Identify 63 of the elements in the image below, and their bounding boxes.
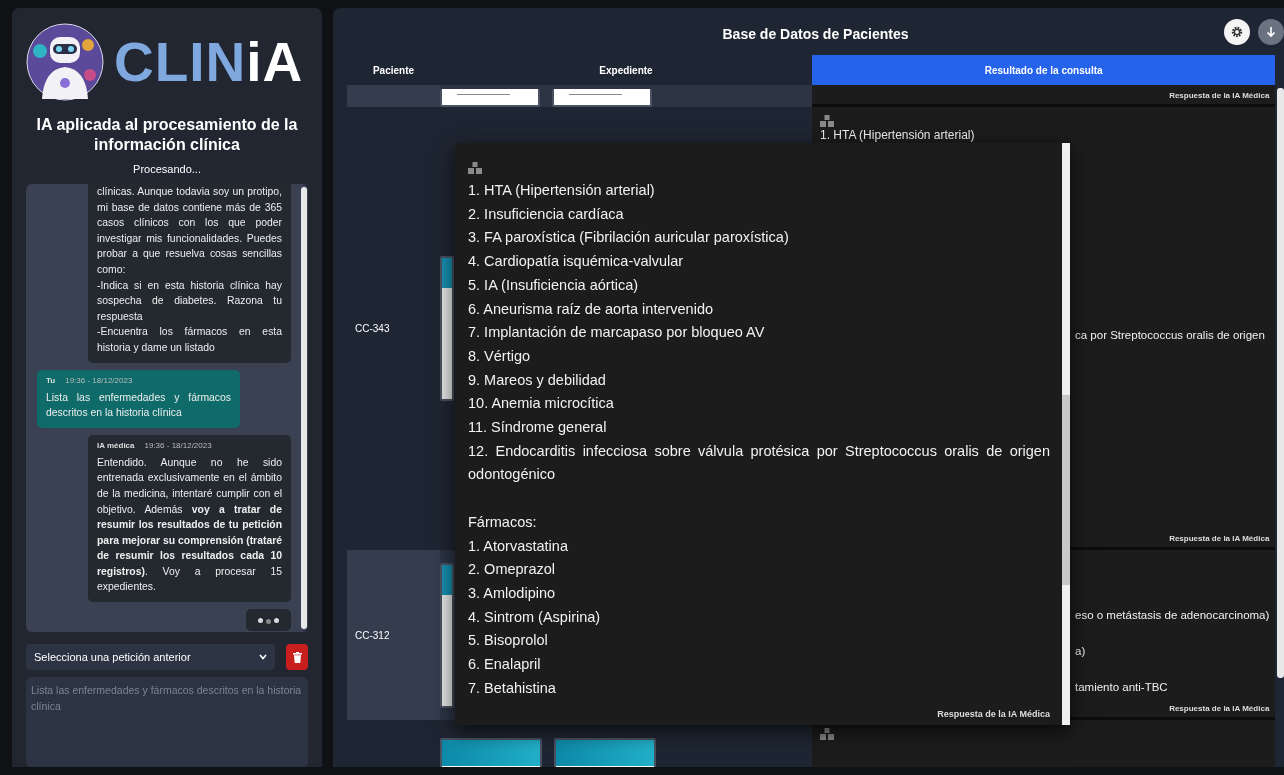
- document-thumbnail[interactable]: [440, 562, 454, 708]
- logo-text-accent: iA: [246, 30, 304, 93]
- diagnosis-item: 7. Implantación de marcapaso por bloqueo AV: [468, 323, 766, 343]
- arrow-down-icon: [1266, 25, 1276, 38]
- logo-text: CLIN: [114, 30, 247, 93]
- diagnosis-item: 2. Insuficiencia cardíaca: [468, 204, 625, 224]
- patient-cell: CC-312: [347, 550, 440, 720]
- column-header[interactable]: Resultado de la consulta: [812, 55, 1276, 85]
- drug-item: 6. Enalapril: [468, 655, 542, 675]
- download-button[interactable]: [1258, 18, 1284, 45]
- diagnosis-item: 8. Vértigo: [468, 346, 532, 366]
- prompt-input[interactable]: Lista las enfermedades y fármacos descritos en la historia clínica: [26, 677, 308, 767]
- document-thumbnail[interactable]: [552, 89, 652, 107]
- diagnosis-item: 10. Anemia microcítica: [468, 394, 615, 414]
- drug-item: 4. Sintrom (Aspirina): [468, 607, 602, 627]
- status-text: Procesando...: [132, 163, 202, 175]
- patient-cell-text: CC-343: [354, 322, 391, 336]
- drug-item: 1. Atorvastatina: [468, 536, 569, 556]
- diagnosis-item: 1. HTA (Hipertensión arterial): [468, 181, 656, 200]
- result-text: eso o metástasis de adenocarcinoma): [1074, 608, 1270, 622]
- result-caption: Respuesta de la IA Médica: [1169, 534, 1270, 543]
- document-thumbnail[interactable]: [440, 89, 540, 107]
- diagnosis-item: 9. Mareos y debilidad: [468, 370, 607, 390]
- boxes-icon: [468, 162, 482, 174]
- diagnosis-item: 6. Aneurisma raíz de aorta intervenido: [468, 299, 715, 319]
- diagnosis-item: 11. Síndrome general: [468, 418, 608, 438]
- document-thumbnail[interactable]: [440, 738, 542, 767]
- drug-item: 5. Bisoprolol: [468, 631, 549, 651]
- history-select[interactable]: Selecciona una petición anterior: [26, 644, 275, 670]
- diagnosis-item: 5. IA (Insuficiencia aórtica): [468, 275, 640, 295]
- result-text: a): [1074, 644, 1087, 658]
- gear-icon: [1231, 25, 1243, 38]
- result-text: tamiento anti-TBC: [1074, 680, 1169, 694]
- result-caption: Respuesta de la IA Médica: [1169, 91, 1270, 100]
- result-caption: Respuesta de la IA Médica: [937, 709, 1050, 719]
- diagnosis-item: 3. FA paroxística (Fibrilación auricular paroxística): [468, 228, 790, 248]
- document-thumbnail[interactable]: [554, 738, 656, 767]
- message-text: clínicas. Aunque todavia soy un protipo, mi base de datos contiene más de 365 casos clínicos con los que poder investigar mis funcionalidades. Puedes probar a que resuelva cosas sencillas como: -Indica si en esta historia clínica hay sospecha de diabetes. Razona tu respuesta -Encuentra los fármacos en esta historia y dame un listado: [97, 185, 282, 355]
- drug-item: 2. Omeprazol: [468, 560, 557, 580]
- message-sender: Tu: [46, 375, 56, 385]
- message-text: Lista las enfermedades y fármacos descritos en la historia clínica: [46, 390, 231, 421]
- chevron-down-icon: [259, 654, 267, 660]
- app-subtitle: IA aplicada al procesamiento de la información clínica: [35, 115, 299, 155]
- document-thumbnail[interactable]: [440, 256, 454, 401]
- result-caption: Respuesta de la IA Médica: [1169, 704, 1270, 713]
- trash-icon: [292, 651, 302, 663]
- scrollbar[interactable]: [1062, 143, 1070, 725]
- result-text: ca por Streptococcus oralis de origen: [1074, 328, 1266, 342]
- diagnosis-item: 4. Cardiopatía isquémica-valvular: [468, 252, 685, 272]
- message-time: 19:36 - 18/12/2023: [65, 375, 133, 385]
- scrollbar[interactable]: [1277, 88, 1284, 678]
- delete-button[interactable]: [286, 644, 308, 670]
- result-text: 1. HTA (Hipertensión arterial): [820, 128, 976, 142]
- message-time: 19:36 - 18/12/2023: [144, 440, 212, 450]
- settings-button[interactable]: [1224, 18, 1250, 45]
- drug-item: 7. Betahistina: [468, 678, 557, 698]
- message-text: Entendido. Aunque no he sido entrenada exclusivamente en el ámbito de la medicina, intentaré cumplir con el objetivo. Además voy a tratar de resumir los resultados de tu petición para mejorar su comprensión (trataré de resumir los resultados cada 10 registros). Voy a procesar 15 expedientes.: [97, 455, 282, 595]
- drug-item: 3. Amlodipino: [468, 583, 557, 603]
- scrollbar[interactable]: [301, 187, 307, 629]
- page-title: Base de Datos de Pacientes: [722, 25, 909, 42]
- message-sender: IA médica: [97, 440, 135, 450]
- section-heading: Fármacos:: [468, 512, 538, 532]
- diagnosis-item: 12. Endocarditis infecciosa sobre válvula protésica por Streptococcus oralis de origen odontogénico: [468, 441, 1050, 485]
